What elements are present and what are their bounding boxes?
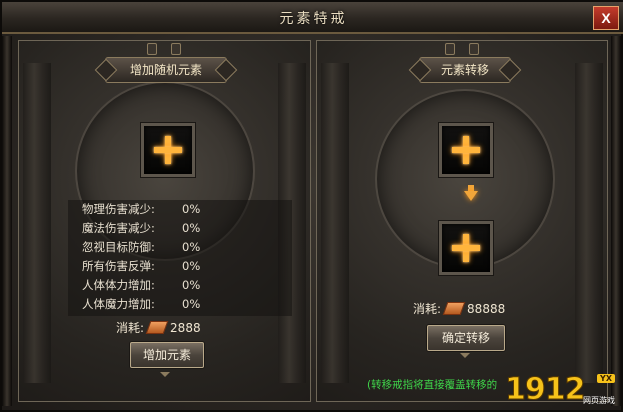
stats-list: 物理伤害减少: 0% 魔法伤害减少: 0% 忽视目标防御: 0% 所有伤害反弹:… xyxy=(70,200,290,314)
site-watermark: 1912 YX 网页游戏 xyxy=(505,372,615,408)
arrow-down-icon xyxy=(464,191,478,201)
stat-value: 0% xyxy=(182,221,201,235)
stat-row: 所有伤害反弹: 0% xyxy=(70,257,290,276)
stat-row: 人体体力增加: 0% xyxy=(70,276,290,295)
panel-header: 增加随机元素 xyxy=(105,57,227,83)
stat-row: 人体魔力增加: 0% xyxy=(70,295,290,314)
clip-icon xyxy=(469,43,479,55)
ring-slot[interactable] xyxy=(141,123,195,177)
clip-icon xyxy=(147,43,157,55)
plus-icon xyxy=(154,136,182,164)
stat-label: 所有伤害反弹: xyxy=(82,259,155,273)
stat-label: 忽视目标防御: xyxy=(82,240,155,254)
watermark-number: 1912 xyxy=(505,372,586,408)
cost-value: 88888 xyxy=(467,302,506,316)
clip-icon xyxy=(445,43,455,55)
plus-icon xyxy=(452,234,480,262)
stat-value: 0% xyxy=(182,297,201,311)
transfer-element-panel: 元素转移 消耗: 88888 确定转移 (转移戒指将直接覆盖转移的 xyxy=(316,40,608,402)
ingot-icon xyxy=(145,321,169,334)
header-label: 元素转移 xyxy=(440,63,489,77)
add-element-button[interactable]: 增加元素 xyxy=(130,342,204,368)
cost-display: 消耗: 88888 xyxy=(413,299,505,319)
close-button[interactable]: X xyxy=(593,6,619,30)
cost-value: 2888 xyxy=(170,321,201,335)
right-frame-ornament xyxy=(611,36,621,406)
stat-label: 物理伤害减少: xyxy=(82,202,155,216)
stat-value: 0% xyxy=(182,259,201,273)
left-frame-ornament xyxy=(2,36,12,406)
stat-value: 0% xyxy=(182,240,201,254)
title-bar: 元素特戒 X xyxy=(2,2,623,34)
chevron-down-icon xyxy=(160,372,170,377)
pillar-decoration xyxy=(321,63,349,383)
element-ring-window: 元素特戒 X 增加随机元素 物理伤害减少: 0% 魔法伤害减少: 0% 忽视目标… xyxy=(0,0,623,412)
watermark-sub: 网页游戏 xyxy=(583,396,615,405)
pillar-decoration xyxy=(23,63,51,383)
stat-row: 忽视目标防御: 0% xyxy=(70,238,290,257)
panel-header: 元素转移 xyxy=(419,57,511,83)
stat-value: 0% xyxy=(182,202,201,216)
cost-label: 消耗: xyxy=(413,302,442,316)
plus-icon xyxy=(452,136,480,164)
header-label: 增加随机元素 xyxy=(129,63,202,77)
stat-label: 人体体力增加: xyxy=(82,278,155,292)
stat-row: 魔法伤害减少: 0% xyxy=(70,219,290,238)
cost-label: 消耗: xyxy=(116,321,145,335)
cost-display: 消耗: 2888 xyxy=(116,318,201,338)
target-ring-slot[interactable] xyxy=(439,221,493,275)
chevron-down-icon xyxy=(460,353,470,358)
stat-label: 魔法伤害减少: xyxy=(82,221,155,235)
window-title: 元素特戒 xyxy=(279,11,348,27)
watermark-badge: YX xyxy=(597,374,615,383)
ingot-icon xyxy=(442,302,466,315)
stat-label: 人体魔力增加: xyxy=(82,297,155,311)
confirm-transfer-button[interactable]: 确定转移 xyxy=(427,325,505,351)
clip-icon xyxy=(171,43,181,55)
stat-row: 物理伤害减少: 0% xyxy=(70,200,290,219)
pillar-decoration xyxy=(575,63,603,383)
source-ring-slot[interactable] xyxy=(439,123,493,177)
transfer-note: (转移戒指将直接覆盖转移的 xyxy=(367,379,498,391)
stat-value: 0% xyxy=(182,278,201,292)
